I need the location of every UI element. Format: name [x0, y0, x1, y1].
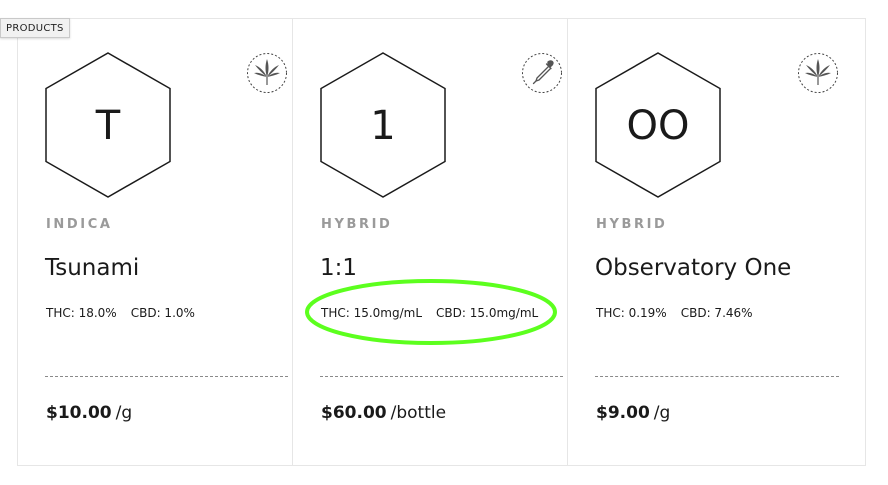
price-unit: /g: [115, 403, 133, 423]
divider: [320, 376, 563, 377]
product-card-observatory-one[interactable]: OO HYBRID Observatory One THC: 0.19% CBD:…: [568, 19, 843, 465]
hex-letter: 1: [370, 103, 395, 149]
thc-value: THC: 15.0mg/mL: [321, 306, 423, 320]
price: $9.00/g: [596, 403, 670, 423]
cbd-value: CBD: 1.0%: [130, 306, 195, 320]
divider: [595, 376, 839, 377]
price-amount: $9.00: [596, 403, 650, 423]
thc-value: THC: 0.19%: [596, 306, 667, 320]
cannabinoid-info: THC: 18.0% CBD: 1.0%: [46, 306, 195, 320]
divider: [45, 376, 288, 377]
product-card-tsunami[interactable]: T INDICA Tsunami THC: 18.0% CBD: 1.0% $10…: [18, 19, 293, 465]
price-unit: /bottle: [390, 403, 447, 423]
hex-letter: T: [95, 103, 121, 149]
product-card-1-1[interactable]: 1 HYBRID 1:1 THC: 15.0mg/mL CBD: 15.0mg/m…: [293, 19, 568, 465]
strain-type: HYBRID: [596, 217, 668, 232]
cannabinoid-info: THC: 0.19% CBD: 7.46%: [596, 306, 753, 320]
hex-letter: OO: [627, 103, 690, 149]
product-hex-icon: OO: [595, 52, 721, 198]
product-name[interactable]: 1:1: [320, 255, 357, 281]
cbd-value: CBD: 15.0mg/mL: [436, 306, 539, 320]
product-name[interactable]: Observatory One: [595, 255, 791, 281]
leaf-icon: [798, 53, 838, 93]
products-label[interactable]: PRODUCTS: [0, 18, 70, 38]
product-hex-icon: 1: [320, 52, 446, 198]
strain-type: INDICA: [46, 217, 113, 232]
leaf-icon: [247, 53, 287, 93]
price-unit: /g: [653, 403, 671, 423]
thc-value: THC: 18.0%: [46, 306, 117, 320]
price: $10.00/g: [46, 403, 132, 423]
product-name[interactable]: Tsunami: [45, 255, 139, 281]
cbd-value: CBD: 7.46%: [680, 306, 753, 320]
cannabinoid-info: THC: 15.0mg/mL CBD: 15.0mg/mL: [321, 306, 538, 320]
price-amount: $10.00: [46, 403, 112, 423]
product-hex-icon: T: [45, 52, 171, 198]
price-amount: $60.00: [321, 403, 387, 423]
dropper-icon: [522, 53, 562, 93]
product-grid: T INDICA Tsunami THC: 18.0% CBD: 1.0% $10…: [17, 18, 866, 466]
strain-type: HYBRID: [321, 217, 393, 232]
price: $60.00/bottle: [321, 403, 446, 423]
